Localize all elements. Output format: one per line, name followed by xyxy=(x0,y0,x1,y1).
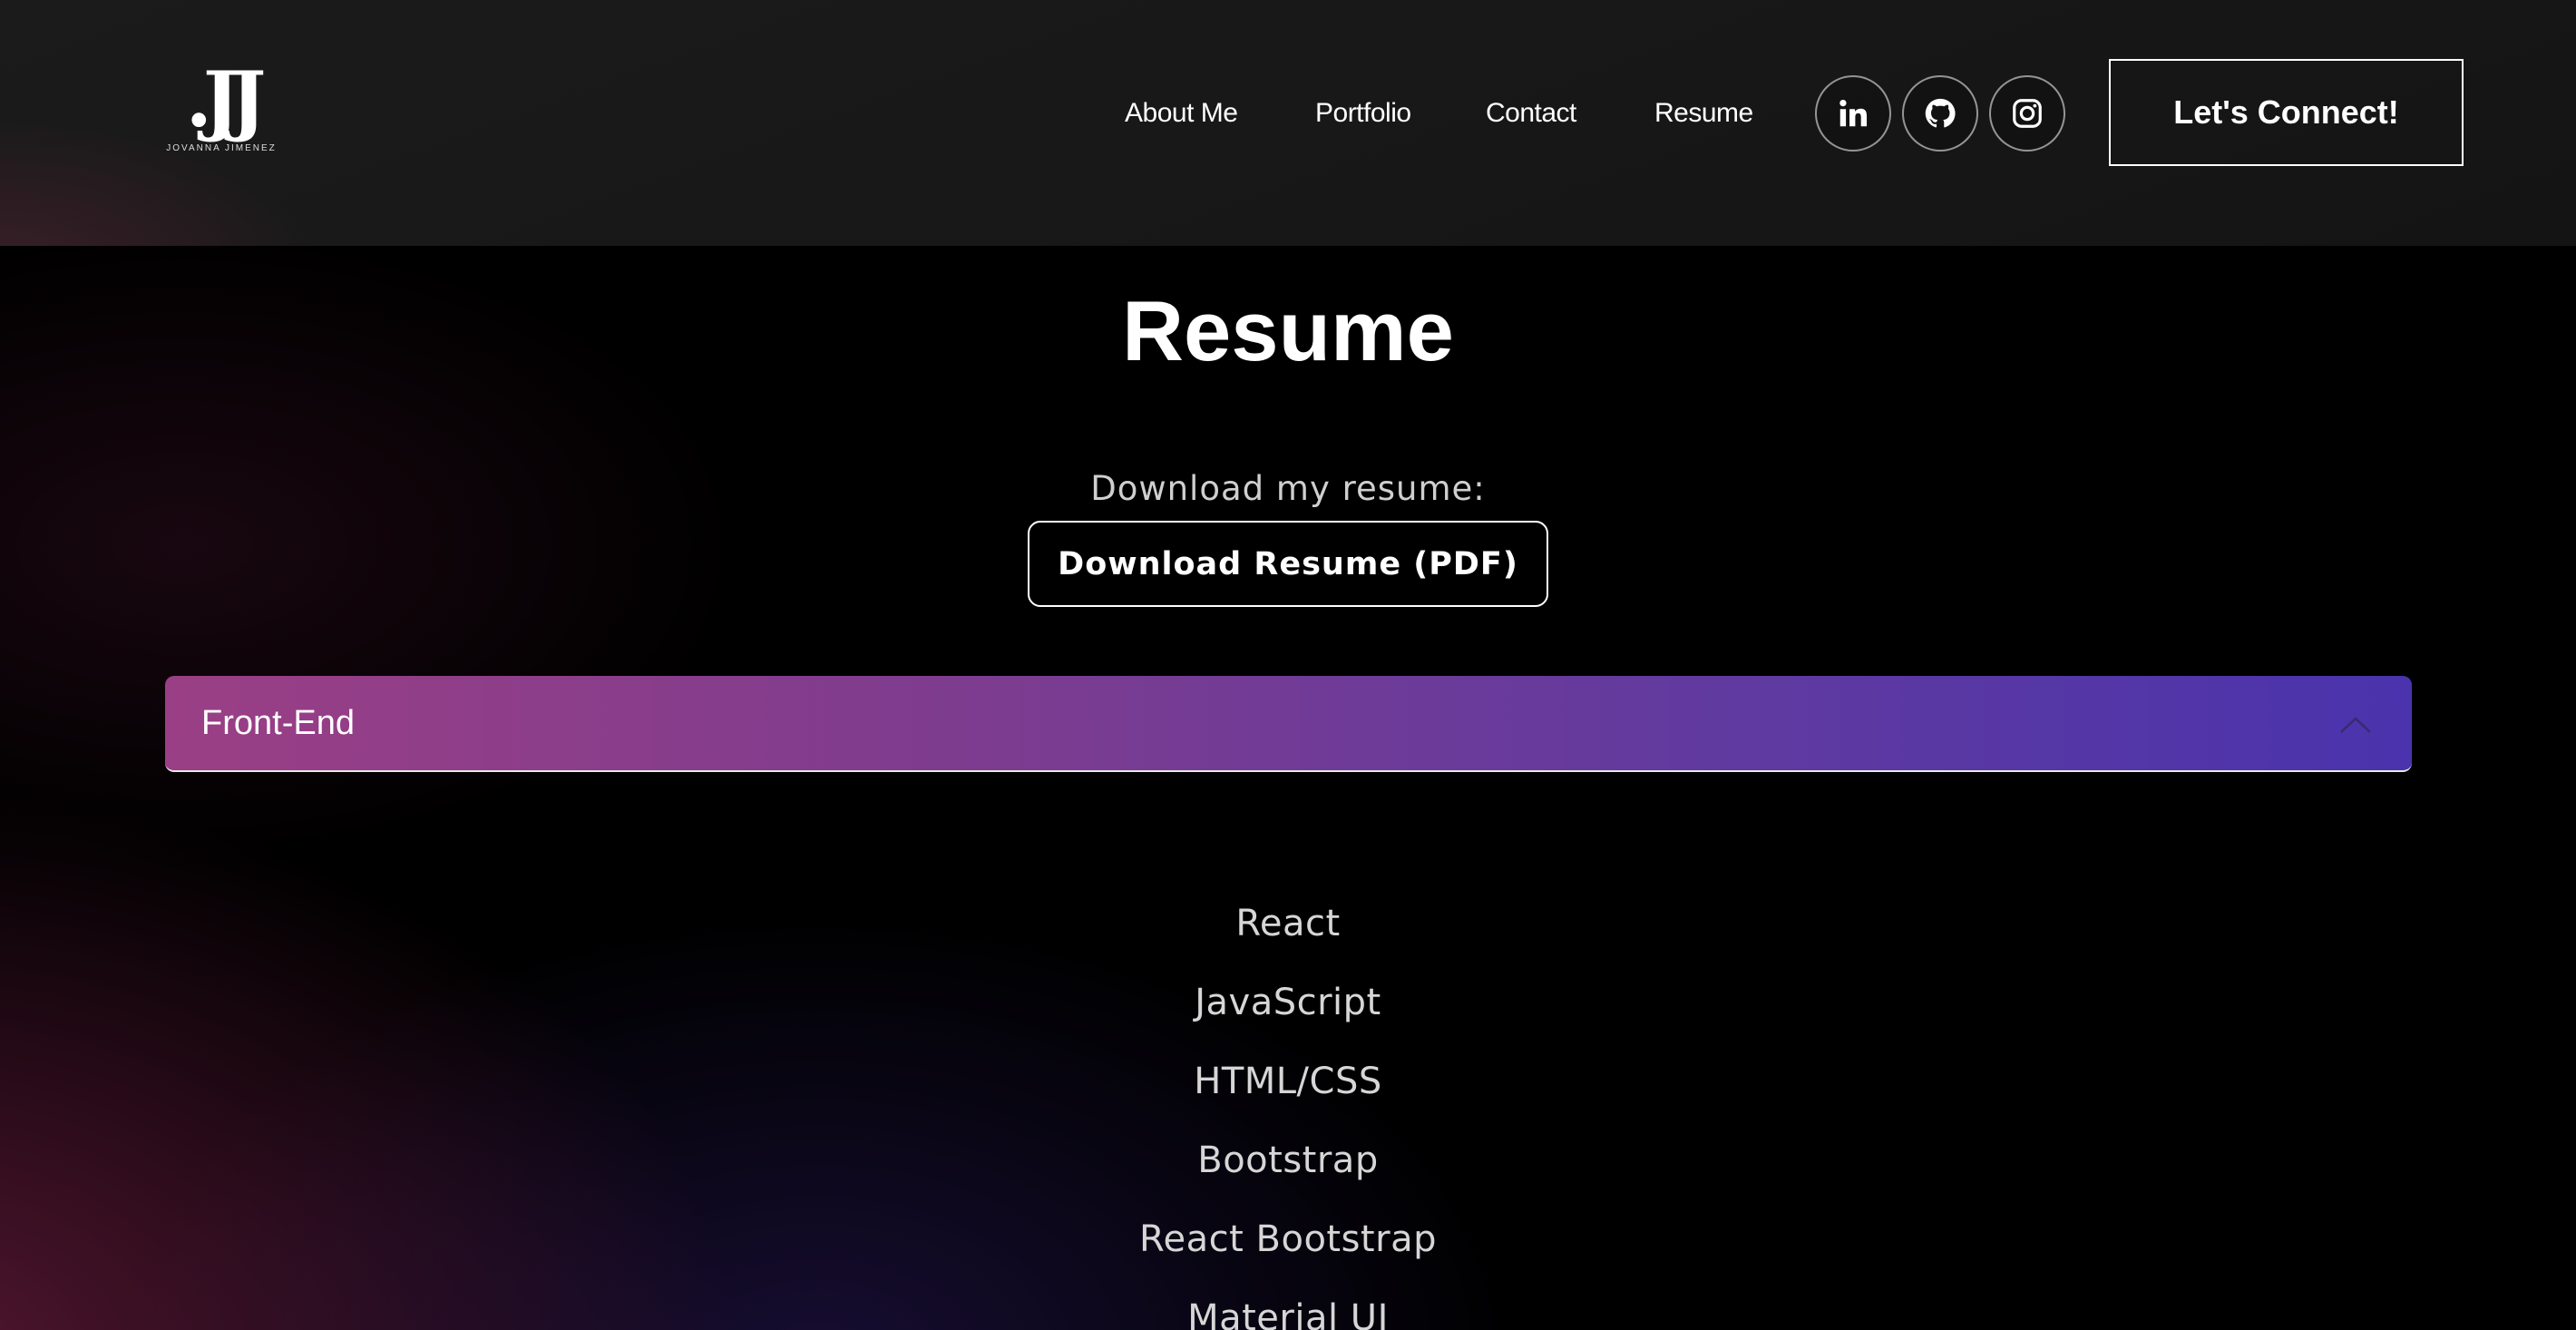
brand-logo[interactable]: .JJ JOVANNA JIMENEZ xyxy=(166,54,277,163)
page-title: Resume xyxy=(1122,283,1454,378)
accordion-front-end-header[interactable]: Front-End xyxy=(165,676,2412,772)
instagram-icon xyxy=(2013,99,2042,128)
logo-name: JOVANNA JIMENEZ xyxy=(166,143,277,153)
lets-connect-button[interactable]: Let's Connect! xyxy=(2109,59,2464,166)
skills-list: React JavaScript HTML/CSS Bootstrap Reac… xyxy=(0,885,2576,1330)
download-label: Download my resume: xyxy=(1090,469,1486,508)
logo-mark: .JJ xyxy=(185,54,267,144)
list-item: JavaScript xyxy=(1195,982,1381,1023)
list-item: Material UI xyxy=(1187,1297,1389,1330)
nav-link-resume[interactable]: Resume xyxy=(1654,91,1753,136)
nav-link-about[interactable]: About Me xyxy=(1125,91,1238,136)
chevron-up-icon xyxy=(2340,717,2371,733)
download-resume-button[interactable]: Download Resume (PDF) xyxy=(1028,521,1548,607)
list-item: React Bootstrap xyxy=(1139,1218,1437,1260)
instagram-link[interactable] xyxy=(1989,75,2065,152)
github-link[interactable] xyxy=(1902,75,1978,152)
navbar: .JJ JOVANNA JIMENEZ About Me Portfolio C… xyxy=(0,0,2576,246)
list-item: HTML/CSS xyxy=(1194,1061,1382,1102)
nav-link-contact[interactable]: Contact xyxy=(1486,91,1576,136)
linkedin-icon xyxy=(1839,99,1868,127)
linkedin-link[interactable] xyxy=(1815,75,1891,152)
nav-link-portfolio[interactable]: Portfolio xyxy=(1315,91,1411,136)
accordion-title: Front-End xyxy=(201,704,355,742)
list-item: Bootstrap xyxy=(1197,1139,1379,1181)
github-icon xyxy=(1925,98,1956,128)
list-item: React xyxy=(1235,903,1341,944)
